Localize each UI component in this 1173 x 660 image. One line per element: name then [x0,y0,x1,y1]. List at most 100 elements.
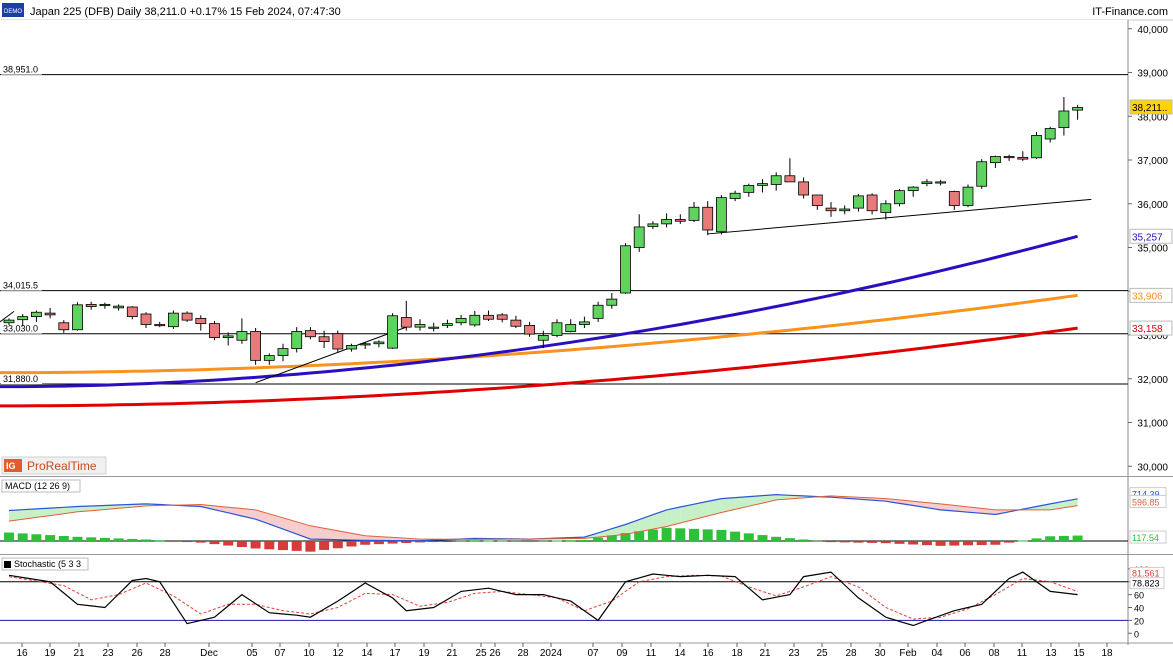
svg-text:IG: IG [6,461,16,471]
stochastic-k-line [8,571,1078,627]
macd-title: MACD (12 26 9) [5,481,70,491]
proreal-logo: IG ProRealTime [1,456,107,475]
stoch-value-label: 78.823 [1132,579,1160,589]
stoch-y-label: 40 [1134,604,1144,614]
macd-histogram-bar [579,539,590,542]
x-tick-label: Feb [899,648,917,659]
macd-histogram-bar [236,541,247,548]
x-tick-label: 23 [788,648,800,659]
macd-histogram-bar [127,538,138,542]
stochastic-title: Stochastic (5 3 3 [14,559,81,569]
macd-histogram-bar [1017,540,1028,542]
last-value-label: 33,158 [1129,320,1173,336]
y-tick-label: 39,000 [1137,69,1168,80]
candle [894,188,905,207]
level-label: 38,951.0 [3,65,38,75]
macd-histogram-bar [1072,535,1083,542]
candle [620,243,631,294]
macd-histogram-bar [784,538,795,542]
macd-histogram-bar [702,529,713,542]
macd-histogram-bar [661,527,672,542]
macd-histogram-bar [976,541,987,546]
macd-histogram-bar [921,541,932,546]
macd-histogram-bar [72,536,83,542]
candle [387,313,399,349]
macd-histogram-bar [798,539,809,542]
x-tick-label: 2024 [540,648,563,659]
macd-histogram-bar [565,540,576,542]
x-tick-label: 19 [44,648,56,659]
macd-histogram-bar [58,535,69,542]
macd-histogram-bar [154,540,165,542]
macd-histogram-bar [195,541,206,543]
macd-histogram-bar [319,541,330,550]
candle [250,328,262,365]
macd-histogram-bar [223,541,234,546]
macd-histogram-bar [113,538,124,542]
x-tick-label: 12 [332,648,344,659]
macd-histogram-bar [593,537,604,542]
stochastic-panel: 100806040200Stochastic (5 3 381.56178.82… [0,557,1165,639]
macd-histogram-bar [45,535,56,542]
macd-histogram-bar [483,540,494,542]
macd-histogram-bar [31,534,42,542]
x-tick-label: 05 [246,648,258,659]
macd-histogram-bar [853,541,864,543]
macd-histogram-bar [209,541,220,545]
macd-histogram-bar [880,541,891,544]
macd-histogram-bar [428,541,439,543]
candle [209,321,220,341]
y-tick-label: 30,000 [1137,462,1168,473]
macd-histogram-bar [305,541,316,552]
macd-histogram-bar [1004,541,1015,543]
macd-histogram-bar [867,541,878,543]
last-value-label: 35,257 [1129,228,1173,244]
stoch-y-label: 20 [1134,616,1144,626]
last-value-label: 38,211.. [1129,99,1173,115]
macd-histogram-bar [456,540,467,542]
macd-histogram-bar [401,541,412,543]
macd-histogram-bar [1045,536,1056,542]
macd-histogram-bar [332,541,343,549]
stoch-value-label: 81.561 [1132,568,1160,578]
level-label: 33,030.0 [3,324,38,334]
macd-histogram-bar [373,541,384,545]
macd-histogram-bar [510,540,521,542]
x-tick-label: 14 [674,648,686,659]
macd-histogram-bar [291,541,302,551]
candle [72,302,83,331]
macd-panel: MACD (12 26 9)714.39596.85117.54 [0,479,1167,552]
brand-label[interactable]: IT-Finance.com [1092,6,1168,18]
x-tick-label: 18 [731,648,743,659]
macd-histogram-bar [538,540,549,542]
macd-histogram-bar [1058,535,1069,542]
y-tick-label: 32,000 [1137,375,1168,386]
x-tick-label: 28 [517,648,529,659]
macd-histogram-bar [812,540,823,542]
x-tick-label: 08 [988,648,1000,659]
macd-value-label: 117.54 [1132,533,1159,543]
svg-text:38,211..: 38,211.. [1132,103,1167,114]
macd-histogram-bar [894,541,905,544]
macd-histogram-bar [743,533,754,542]
date-axis: 16 19 21 23 26 28 Dec 05 07 10 12 14 17 19 21 25 26 28 202… [16,643,1113,659]
x-tick-label: 04 [931,648,943,659]
candle [976,159,988,189]
x-tick-label: 21 [73,648,85,659]
x-tick-label: 30 [874,648,886,659]
x-tick-label: 10 [303,648,315,659]
macd-histogram-bar [360,541,371,545]
trading-chart: DEMO Japan 225 (DFB) Daily 38,211.0 +0.1… [0,0,1173,659]
x-tick-label: 16 [16,648,28,659]
demo-badge-text: DEMO [4,9,22,15]
x-tick-label: 07 [587,648,599,659]
x-tick-label: 14 [361,648,373,659]
candle [866,193,878,215]
candle [167,310,179,329]
macd-histogram-bar [182,541,193,543]
y-tick-label: 37,000 [1137,156,1168,167]
x-tick-label: 09 [616,648,628,659]
x-tick-label: 28 [845,648,857,659]
svg-text:33,906: 33,906 [1132,291,1163,302]
stoch-y-label: 60 [1134,591,1144,601]
